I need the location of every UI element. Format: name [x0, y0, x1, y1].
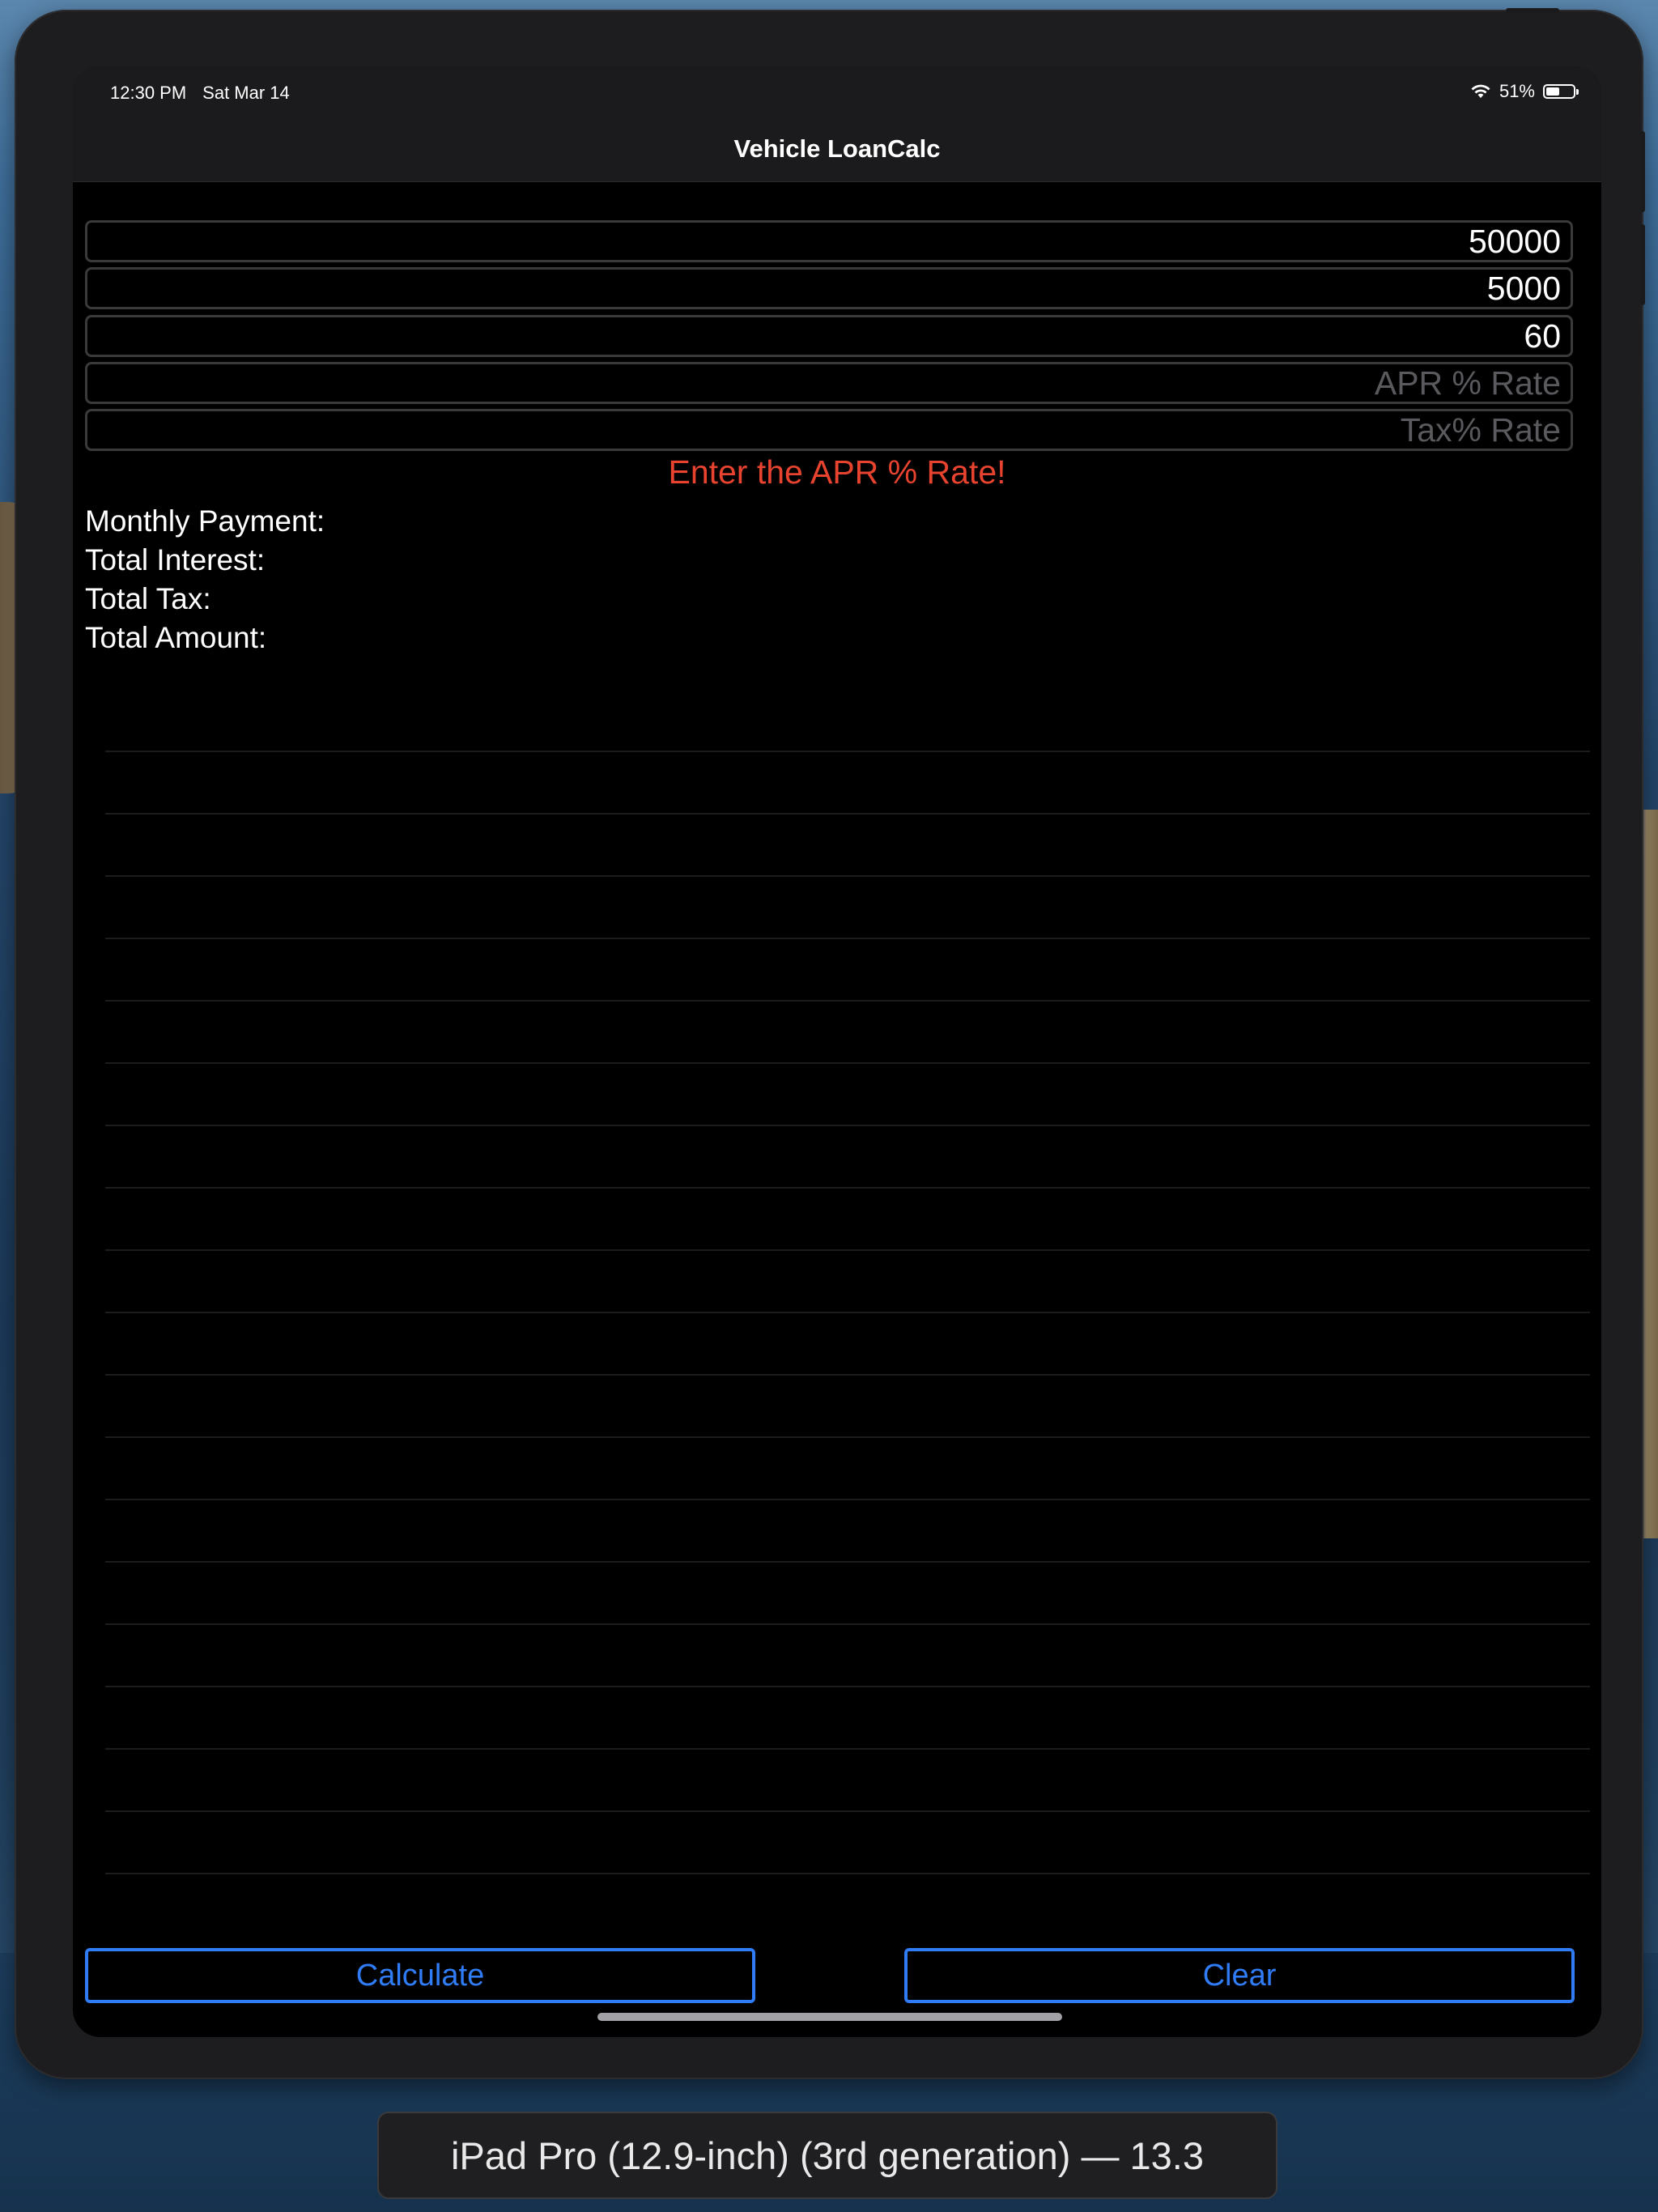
tax-rate-input[interactable] — [87, 411, 1571, 449]
table-row[interactable] — [105, 752, 1590, 815]
table-row[interactable] — [105, 690, 1590, 752]
top-button — [1506, 8, 1559, 13]
battery-level-fill — [1546, 87, 1559, 96]
loan-term-input[interactable] — [87, 317, 1571, 355]
table-row[interactable] — [105, 1750, 1590, 1812]
wifi-icon — [1471, 84, 1490, 98]
navigation-bar: Vehicle LoanCalc — [73, 117, 1601, 182]
apr-rate-field[interactable] — [85, 362, 1573, 404]
tax-rate-field[interactable] — [85, 409, 1573, 451]
battery-icon — [1543, 84, 1579, 99]
down-payment-field[interactable] — [85, 267, 1573, 309]
table-row[interactable] — [105, 1064, 1590, 1126]
clear-button[interactable]: Clear — [904, 1948, 1575, 2003]
volume-up-button — [1640, 131, 1645, 212]
table-row[interactable] — [105, 1189, 1590, 1251]
down-payment-input[interactable] — [87, 270, 1571, 307]
apr-rate-input[interactable] — [87, 364, 1571, 402]
total-tax-label: Total Tax: — [85, 582, 211, 615]
status-bar: 12:30 PM Sat Mar 14 51% — [73, 66, 1601, 117]
simulator-device-label: iPad Pro (12.9-inch) (3rd generation) — … — [377, 2112, 1278, 2199]
table-row[interactable] — [105, 1126, 1590, 1189]
monthly-payment-label: Monthly Payment: — [85, 504, 325, 538]
status-time: 12:30 PM — [110, 83, 187, 103]
error-message: Enter the APR % Rate! — [668, 453, 1006, 491]
calculate-button[interactable]: Calculate — [85, 1948, 755, 2003]
page-title: Vehicle LoanCalc — [733, 134, 941, 163]
table-row[interactable] — [105, 1251, 1590, 1313]
table-row[interactable] — [105, 1687, 1590, 1750]
ipad-device-frame: 12:30 PM Sat Mar 14 51% Vehicle LoanCalc — [15, 8, 1645, 2079]
amortization-table[interactable] — [105, 690, 1590, 1874]
table-row[interactable] — [105, 939, 1590, 1002]
table-row[interactable] — [105, 1812, 1590, 1874]
total-amount-label: Total Amount: — [85, 621, 267, 654]
table-row[interactable] — [105, 1313, 1590, 1376]
table-row[interactable] — [105, 1376, 1590, 1438]
app-screen: 12:30 PM Sat Mar 14 51% Vehicle LoanCalc — [73, 66, 1601, 2037]
volume-down-button — [1640, 224, 1645, 305]
loan-amount-field[interactable] — [85, 220, 1573, 262]
table-row[interactable] — [105, 1438, 1590, 1500]
total-interest-label: Total Interest: — [85, 543, 266, 576]
table-row[interactable] — [105, 1500, 1590, 1563]
table-row[interactable] — [105, 877, 1590, 939]
table-row[interactable] — [105, 1563, 1590, 1625]
loan-amount-input[interactable] — [87, 223, 1571, 260]
table-row[interactable] — [105, 815, 1590, 877]
table-row[interactable] — [105, 1002, 1590, 1064]
results-panel: Monthly Payment: Total Interest: Total T… — [85, 502, 325, 657]
loan-term-field[interactable] — [85, 315, 1573, 357]
battery-percent: 51% — [1499, 81, 1535, 101]
table-row[interactable] — [105, 1625, 1590, 1687]
home-indicator[interactable] — [597, 2013, 1062, 2021]
status-date: Sat Mar 14 — [202, 83, 290, 103]
